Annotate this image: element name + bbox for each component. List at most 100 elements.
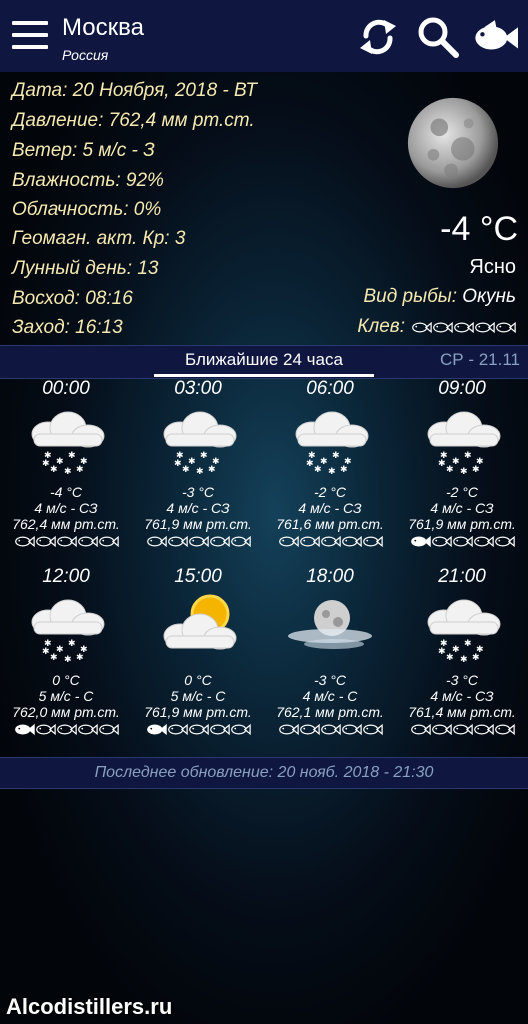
hourly-temperature: -4 °C [49, 484, 83, 500]
hourly-temperature: -3 °C [181, 484, 215, 500]
hourly-time: 21:00 [438, 566, 486, 587]
fish-type-value: Окунь [462, 286, 516, 307]
hourly-temperature: 0 °C [184, 672, 212, 688]
search-icon[interactable] [414, 14, 462, 60]
svg-text:✱: ✱ [460, 655, 468, 665]
fish-icon[interactable] [470, 14, 518, 60]
moon-icon [407, 97, 499, 189]
snow-cloud-icon: ✱✱✱✱✱ ✱ ✱✱ [427, 411, 501, 477]
svg-text:✱: ✱ [460, 467, 468, 477]
svg-text:✱: ✱ [446, 653, 454, 663]
fish-outline-icon [167, 723, 188, 736]
hourly-slot[interactable]: 15:00 0 °C 5 м/с - С 761,9 мм рт.ст. [132, 566, 264, 736]
svg-text:✱: ✱ [208, 465, 216, 475]
humidity-line: Влажность: 92% [12, 170, 164, 191]
weather-condition: Ясно [469, 256, 516, 278]
hourly-slot[interactable]: 18:00 -3 °C 4 м/с - С 762,1 мм рт.ст. [264, 566, 396, 736]
snow-cloud-icon: ✱✱✱✱✱ ✱ ✱✱ [427, 599, 501, 665]
hourly-time: 15:00 [174, 566, 222, 587]
hourly-slot[interactable]: 00:00 ✱ ✱ ✱ ✱ ✱ ✱ ✱ ✱ -4 °C 4 м/с - СЗ 762,4 мм рт.… [0, 378, 132, 548]
fish-outline-icon [230, 535, 251, 548]
app-bar: Москва Россия [0, 0, 528, 72]
fish-outline-icon [496, 321, 516, 333]
fish-outline-icon [494, 723, 515, 736]
fish-outline-icon [431, 535, 452, 548]
hourly-slot[interactable]: 09:00 ✱ ✱ ✱ ✱ ✱ ✱ ✱ ✱ -2 °C 4 м/с - СЗ 761,9 мм рт.… [396, 378, 528, 548]
hourly-bite-rating [264, 723, 396, 736]
hourly-time: 03:00 [174, 378, 222, 399]
snow-cloud-icon: ✱✱✱✱✱ ✱ ✱✱ [295, 411, 369, 477]
fish-outline-icon [14, 535, 35, 548]
fish-outline-icon [35, 723, 56, 736]
svg-text:✱: ✱ [196, 467, 204, 477]
watermark-text: Alcodistillers.ru [6, 994, 173, 1019]
hourly-slot[interactable]: 03:00 ✱ ✱ ✱ ✱ ✱ ✱ ✱ ✱ -3 °C 4 м/с - СЗ 761,9 мм рт.… [132, 378, 264, 548]
snow-cloud-icon: ✱✱✱✱✱ ✱ ✱✱ [31, 411, 105, 477]
hourly-pressure: 761,9 мм рт.ст. [144, 704, 252, 720]
cloudiness-line: Облачность: 0% [12, 199, 162, 220]
svg-text:✱: ✱ [332, 451, 340, 461]
fish-outline-icon [454, 321, 474, 333]
fish-outline-icon [320, 723, 341, 736]
fish-type-label: Вид рыбы: [363, 286, 458, 307]
fish-outline-icon [362, 535, 383, 548]
svg-text:✱: ✱ [76, 465, 84, 475]
svg-text:✱: ✱ [464, 451, 472, 461]
hourly-slot[interactable]: 06:00 ✱ ✱ ✱ ✱ ✱ ✱ ✱ ✱ -2 °C 4 м/с - СЗ 761,6 мм рт.… [264, 378, 396, 548]
bite-rating [411, 321, 516, 334]
fish-type-line: Вид рыбы: Окунь [364, 286, 517, 308]
hourly-temperature: -2 °C [445, 484, 479, 500]
fish-outline-icon [230, 723, 251, 736]
svg-text:✱: ✱ [50, 465, 58, 475]
fish-outline-icon [167, 535, 188, 548]
fish-outline-icon [341, 535, 362, 548]
svg-text:✱: ✱ [68, 451, 76, 461]
hourly-bite-rating [264, 535, 396, 548]
current-temperature: -4 °C [440, 210, 518, 248]
svg-text:✱: ✱ [446, 465, 454, 475]
hourly-time: 09:00 [438, 378, 486, 399]
hourly-wind: 4 м/с - СЗ [166, 500, 230, 516]
hourly-temperature: -2 °C [313, 484, 347, 500]
fish-outline-icon [188, 535, 209, 548]
hourly-wind: 4 м/с - С [302, 688, 358, 704]
fish-outline-icon [473, 535, 494, 548]
hourly-time: 18:00 [306, 566, 354, 587]
fish-outline-icon [341, 723, 362, 736]
svg-text:✱: ✱ [76, 653, 84, 663]
tab-next-day[interactable]: СР - 21.11 [440, 350, 520, 370]
fish-outline-icon [299, 723, 320, 736]
fish-outline-icon [299, 535, 320, 548]
active-tab-indicator [154, 374, 374, 377]
fish-outline-icon [278, 535, 299, 548]
hourly-wind: 4 м/с - СЗ [298, 500, 362, 516]
svg-text:✱: ✱ [472, 653, 480, 663]
hourly-pressure: 762,4 мм рт.ст. [12, 516, 120, 532]
hamburger-menu-icon[interactable] [12, 21, 48, 49]
hourly-wind: 4 м/с - СЗ [34, 500, 98, 516]
svg-text:✱: ✱ [306, 459, 314, 469]
svg-text:✱: ✱ [182, 465, 190, 475]
bite-line: Клев: [357, 316, 516, 338]
hourly-time: 00:00 [42, 378, 90, 399]
city-name[interactable]: Москва [62, 14, 144, 42]
fish-outline-icon [209, 535, 230, 548]
snow-cloud-icon: ✱✱✱✱✱ ✱ ✱✱ [163, 411, 237, 477]
moon-fog-icon [288, 600, 372, 649]
fish-outline-icon [278, 723, 299, 736]
hourly-bite-rating [396, 723, 528, 736]
refresh-icon[interactable] [354, 14, 402, 60]
fish-outline-icon [77, 723, 98, 736]
bite-label: Клев: [357, 316, 405, 337]
tab-next-24-hours[interactable]: Ближайшие 24 часа [154, 350, 374, 370]
hourly-bite-rating [396, 535, 528, 548]
fish-filled-icon [146, 723, 167, 736]
hourly-slot[interactable]: 12:00 ✱ ✱ ✱ ✱ ✱ ✱ ✱ ✱ 0 °C 5 м/с - С 762,0 мм рт.ст… [0, 566, 132, 736]
hourly-pressure: 761,4 мм рт.ст. [408, 704, 516, 720]
sunrise-line: Восход: 08:16 [12, 288, 133, 309]
hourly-slot[interactable]: 21:00 ✱ ✱ ✱ ✱ ✱ ✱ ✱ ✱ -3 °C 4 м/с - СЗ 761,4 мм рт.… [396, 566, 528, 736]
svg-text:✱: ✱ [64, 655, 72, 665]
svg-text:✱: ✱ [464, 639, 472, 649]
hourly-time: 12:00 [42, 566, 90, 587]
fish-outline-icon [77, 535, 98, 548]
